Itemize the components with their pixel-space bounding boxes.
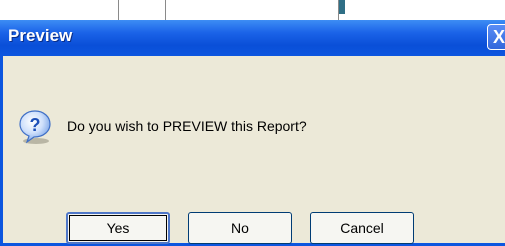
cancel-button[interactable]: Cancel: [310, 212, 414, 244]
preview-dialog: Preview X ? Do you wish to PREVIEW this …: [0, 20, 505, 246]
svg-text:?: ?: [30, 115, 41, 135]
grid-line: [118, 0, 119, 22]
grid-line: [165, 0, 166, 22]
yes-button[interactable]: Yes: [66, 212, 170, 244]
close-button[interactable]: X: [487, 24, 505, 50]
background-window: [0, 0, 505, 22]
dialog-title: Preview: [8, 26, 73, 45]
dialog-message: Do you wish to PREVIEW this Report?: [67, 118, 307, 134]
question-icon: ?: [19, 110, 51, 144]
dialog-frame-left: [0, 56, 3, 246]
background-accent: [339, 0, 345, 14]
no-button[interactable]: No: [188, 212, 292, 244]
close-icon: X: [493, 27, 505, 47]
title-bar[interactable]: Preview X: [0, 20, 505, 56]
